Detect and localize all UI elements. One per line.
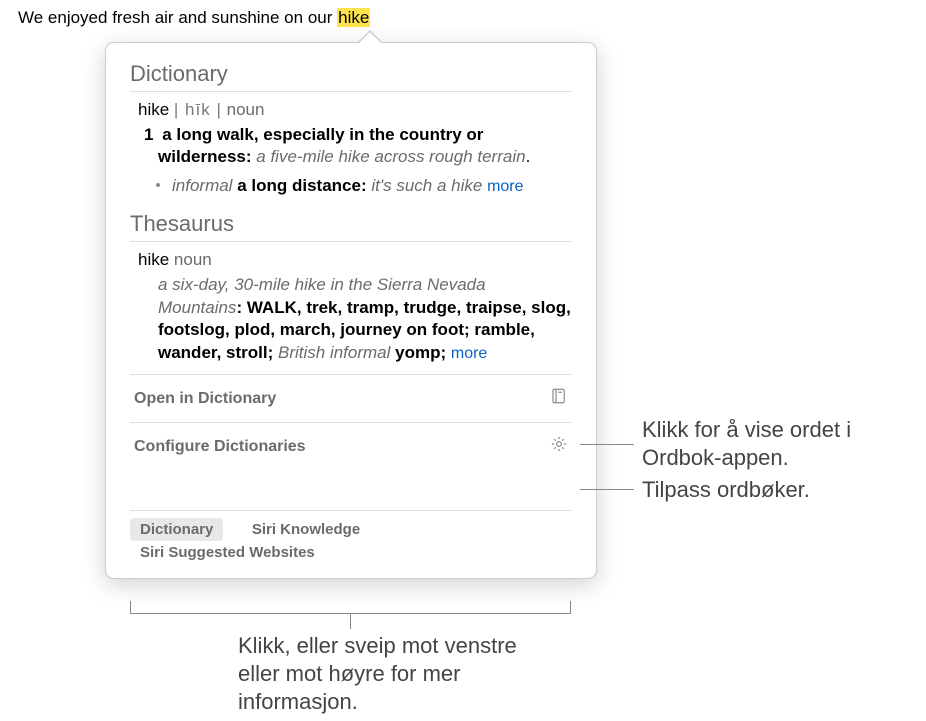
lookup-popover: Dictionary hike | hīk | noun 1 a long wa…: [105, 42, 597, 579]
open-in-dictionary-row[interactable]: Open in Dictionary: [130, 374, 572, 422]
example-sentence: We enjoyed fresh air and sunshine on our…: [18, 8, 370, 28]
callout-line-open: [580, 444, 634, 445]
tab-siri-websites[interactable]: Siri Suggested Websites: [130, 541, 325, 564]
bracket-right: [570, 601, 571, 613]
dictionary-pronunciation: | hīk |: [174, 100, 222, 119]
dictionary-headword-line: hike | hīk | noun: [138, 100, 572, 120]
dictionary-section-title: Dictionary: [130, 61, 572, 92]
sub-sense: informal a long distance: it's such a hi…: [158, 175, 572, 197]
thesaurus-lead-synonym: WALK: [247, 298, 297, 317]
tab-siri-knowledge[interactable]: Siri Knowledge: [242, 518, 370, 541]
thesaurus-headword: hike: [138, 250, 169, 269]
thesaurus-block: a six-day, 30-mile hike in the Sierra Ne…: [158, 274, 572, 364]
thesaurus-more-link[interactable]: more: [451, 345, 487, 362]
bracket-left: [130, 601, 131, 613]
callout-configure: Tilpass ordbøker.: [642, 476, 902, 504]
thesaurus-british-syn: yomp;: [390, 343, 450, 362]
sense-example: a five-mile hike across rough terrain: [256, 147, 525, 166]
dictionary-app-icon: [550, 387, 568, 410]
callout-open: Klikk for å vise ordet i Ordbok-appen.: [642, 416, 902, 472]
configure-dictionaries-row[interactable]: Configure Dictionaries: [130, 422, 572, 470]
tab-dictionary[interactable]: Dictionary: [130, 518, 223, 541]
bullet-icon: [156, 183, 160, 187]
callout-tabs: Klikk, eller sveip mot venstre eller mot…: [238, 632, 538, 716]
dictionary-pos: noun: [227, 100, 265, 119]
sub-definition: a long distance:: [237, 176, 366, 195]
configure-dictionaries-label: Configure Dictionaries: [134, 438, 306, 456]
open-in-dictionary-label: Open in Dictionary: [134, 390, 276, 408]
bracket-stem: [350, 613, 351, 629]
thesaurus-section-title: Thesaurus: [130, 211, 572, 242]
highlighted-word: hike: [337, 8, 370, 27]
dictionary-definition-block: 1 a long walk, especially in the country…: [158, 124, 572, 197]
sub-example: it's such a hike: [371, 176, 482, 195]
sentence-prefix: We enjoyed fresh air and sunshine on our: [18, 8, 337, 27]
thesaurus-headword-line: hike noun: [138, 250, 572, 270]
tabbar: Dictionary Siri Knowledge Siri Suggested…: [130, 510, 572, 566]
sense-number: 1: [144, 125, 157, 144]
sub-register: informal: [172, 176, 232, 195]
gear-icon: [550, 435, 568, 458]
dictionary-more-link[interactable]: more: [487, 178, 523, 195]
callout-line-configure: [580, 489, 634, 490]
thesaurus-pos: noun: [174, 250, 212, 269]
dictionary-headword: hike: [138, 100, 169, 119]
thesaurus-british-label: British informal: [278, 343, 390, 362]
